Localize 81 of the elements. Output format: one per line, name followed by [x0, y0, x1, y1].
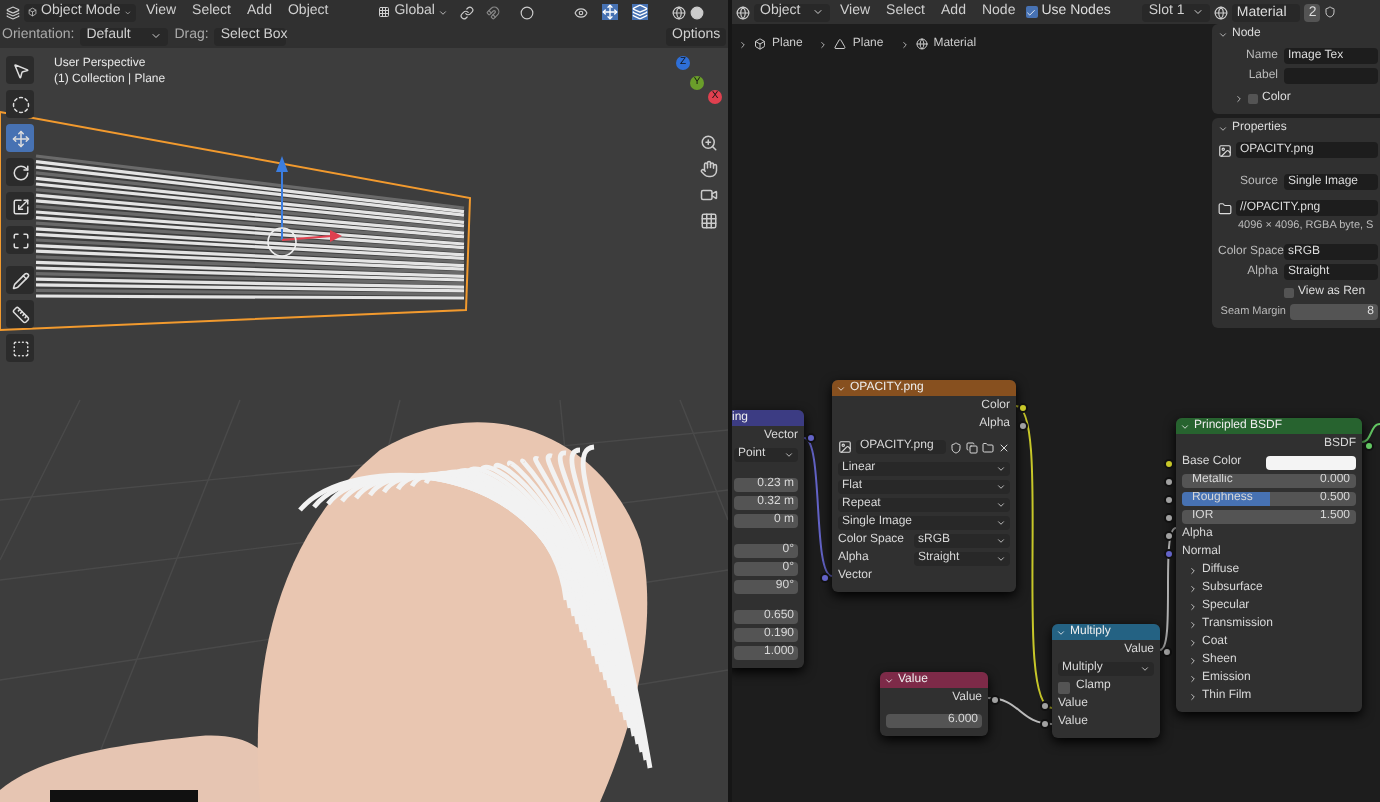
node-socket[interactable]: [1164, 530, 1174, 540]
caret-icon: [1192, 6, 1205, 18]
rotate-icon: [11, 163, 29, 181]
shield-icon[interactable]: [950, 441, 962, 453]
ruler-icon: [11, 305, 29, 323]
mesh-icon: [834, 38, 847, 50]
cube-icon: [28, 6, 38, 18]
checkbox[interactable]: [1248, 93, 1258, 103]
copy-icon[interactable]: [966, 441, 978, 453]
node-socket[interactable]: [1164, 512, 1174, 522]
chevron-icon[interactable]: [1234, 93, 1244, 103]
node-socket[interactable]: [1040, 718, 1050, 728]
tool-button[interactable]: [6, 334, 34, 362]
image-icon[interactable]: [838, 440, 852, 454]
dashed-circle-icon: [11, 95, 29, 113]
node-socket[interactable]: [1164, 548, 1174, 558]
node-socket[interactable]: [806, 432, 816, 442]
grid-icon[interactable]: [700, 212, 718, 230]
chevron-icon: [738, 39, 748, 49]
caret-icon: [1140, 664, 1150, 674]
overlay-icon[interactable]: [632, 4, 649, 20]
editor-type-icon[interactable]: [6, 5, 20, 19]
caret-icon: [150, 30, 163, 42]
tool-button[interactable]: [6, 56, 34, 84]
camera-icon[interactable]: [700, 186, 718, 204]
tool-button[interactable]: [6, 192, 34, 220]
node-socket[interactable]: [1364, 440, 1374, 450]
close-icon[interactable]: [998, 441, 1010, 453]
shading-icon[interactable]: [672, 5, 687, 19]
magnet-icon[interactable]: [486, 5, 501, 19]
gizmo-icon[interactable]: [602, 4, 619, 20]
color-swatch[interactable]: [1266, 456, 1356, 470]
zoom-icon[interactable]: [700, 134, 718, 152]
checkbox[interactable]: [1058, 681, 1070, 693]
frame-icon: [11, 231, 29, 249]
node-socket[interactable]: [1164, 458, 1174, 468]
node-socket[interactable]: [1162, 646, 1172, 656]
checkbox[interactable]: [1284, 287, 1294, 297]
link-icon[interactable]: [460, 5, 475, 19]
eye-icon[interactable]: [574, 5, 589, 19]
chevron-icon: [899, 39, 910, 49]
pencil-icon: [11, 271, 29, 289]
node-socket[interactable]: [990, 694, 1000, 704]
cursor-arrow-icon: [11, 61, 29, 79]
proportional-icon[interactable]: [520, 5, 535, 19]
tool-button[interactable]: [6, 158, 34, 186]
dashed-square-icon: [11, 339, 29, 357]
check-icon: [1026, 7, 1037, 17]
move-gizmo: [267, 156, 342, 257]
folder-icon[interactable]: [982, 441, 994, 453]
hand-icon[interactable]: [700, 160, 718, 178]
chevron-icon[interactable]: [1218, 30, 1228, 40]
material-icon[interactable]: [1214, 5, 1229, 19]
chevron-icon: [818, 39, 829, 49]
shading-icon[interactable]: [690, 5, 705, 19]
chevron-icon[interactable]: [1218, 124, 1228, 134]
node-wire: [1159, 527, 1177, 651]
folder-icon[interactable]: [1218, 201, 1232, 215]
caret-icon: [438, 7, 449, 17]
shield-icon[interactable]: [1324, 6, 1337, 18]
caret-icon: [784, 450, 794, 460]
caret-icon: [812, 6, 824, 18]
node-socket[interactable]: [1040, 700, 1050, 710]
node-wire: [1361, 423, 1380, 443]
checkbox[interactable]: [1025, 6, 1038, 18]
scale-icon: [11, 197, 29, 215]
image-icon[interactable]: [1218, 143, 1232, 157]
tool-button[interactable]: [6, 300, 34, 328]
tool-button[interactable]: [6, 226, 34, 254]
editor-type-icon[interactable]: [736, 5, 750, 19]
node-socket[interactable]: [820, 572, 830, 582]
material-icon: [915, 38, 928, 50]
node-socket[interactable]: [1164, 476, 1174, 486]
node-socket[interactable]: [1018, 402, 1028, 412]
tool-button[interactable]: [6, 90, 34, 118]
move-arrows-icon: [11, 129, 29, 147]
node-socket[interactable]: [1164, 494, 1174, 504]
object-icon: [754, 38, 766, 50]
node-socket[interactable]: [1018, 420, 1028, 430]
tool-button[interactable]: [6, 266, 34, 294]
node-wire: [803, 437, 833, 577]
